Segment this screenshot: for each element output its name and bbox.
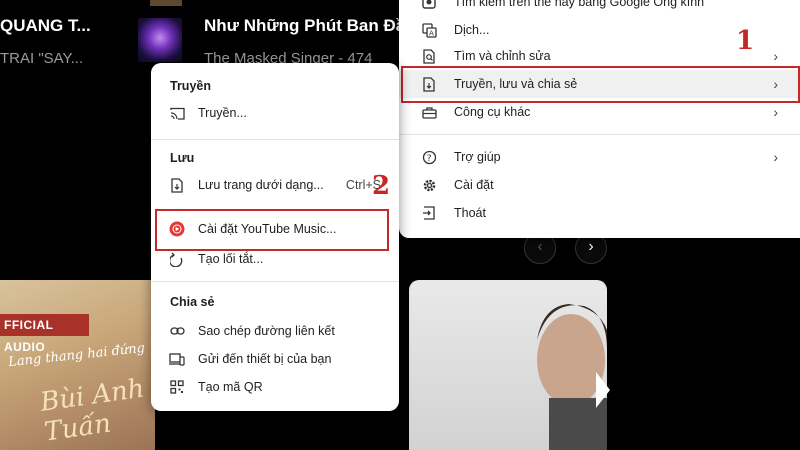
bg-thumb-top [150,0,182,6]
exit-icon [421,205,437,221]
gear-icon [421,177,437,193]
submenu-item-qr-code[interactable]: Tạo mã QR [151,373,399,401]
menu-item-label: Dịch... [454,23,490,37]
album-artist-script: Bùi Anh Tuấn [38,373,147,448]
qr-code-icon [169,379,185,395]
menu-item-exit[interactable]: Thoát [399,199,800,227]
submenu-item-label: Tạo lối tắt... [198,252,264,266]
devices-icon [169,351,185,367]
svg-text:A: A [429,29,434,37]
menu-item-lens-search[interactable]: Tìm kiếm trên thẻ này bằng Google Ống kí… [399,0,800,16]
submenu-item-label: Tạo mã QR [198,380,263,394]
menu-item-label: Trợ giúp [454,150,501,164]
chevron-right-icon: › [773,149,778,165]
submenu-item-label: Truyền... [198,106,247,120]
menu-item-label: Tìm kiếm trên thẻ này bằng Google Ống kí… [454,0,705,9]
submenu-item-send-to-device[interactable]: Gửi đến thiết bị của bạn [151,345,399,373]
highlight-box-2 [155,209,389,251]
lens-icon [421,0,437,10]
toolbox-icon [421,104,437,120]
menu-item-label: Cài đặt [454,178,494,192]
menu-item-label: Công cụ khác [454,105,531,119]
submenu-item-label: Sao chép đường liên kết [198,324,335,338]
song-subtitle-left: TRAI "SAY... [0,50,84,67]
translate-icon: A [421,22,437,38]
highlight-box-1 [401,66,800,103]
menu-divider [151,281,399,282]
song-title[interactable]: Như Những Phút Ban Đầu ( [204,16,426,36]
play-icon[interactable] [596,372,610,408]
album-label: FFICIAL AUDIO [0,314,89,354]
album-cover-left[interactable]: FFICIAL AUDIO Lang thang hai đứng Bùi An… [0,280,155,450]
submenu-item-copy-link[interactable]: Sao chép đường liên kết [151,317,399,345]
callout-number-2: 2 [372,171,391,201]
cast-icon [169,105,185,121]
svg-text:?: ? [426,154,431,164]
submenu-item-label: Gửi đến thiết bị của bạn [198,352,332,366]
section-heading-save: Lưu [170,151,195,165]
menu-item-help[interactable]: ? Trợ giúp › [399,143,800,171]
menu-divider [151,139,399,140]
submenu-item-save-page[interactable]: Lưu trang dưới dạng... Ctrl+S [151,171,399,199]
menu-divider [399,134,800,135]
song-title-left[interactable]: QUANG T... [0,16,91,36]
chevron-right-icon: › [773,48,778,64]
section-heading-share: Chia sẻ [170,295,215,309]
find-edit-icon [421,48,437,64]
menu-item-settings[interactable]: Cài đặt [399,171,800,199]
callout-number-1: 1 [736,26,755,56]
video-thumbnail-right[interactable] [409,280,607,450]
link-icon [169,323,185,339]
menu-item-label: Tìm và chỉnh sửa [454,49,551,63]
help-icon: ? [421,149,437,165]
person-image [537,304,607,450]
shortcut-icon [169,251,185,267]
submenu-item-cast[interactable]: Truyền... [151,99,399,127]
section-heading-cast: Truyền [170,79,211,93]
song-thumbnail[interactable] [138,18,182,62]
save-page-icon [169,177,185,193]
submenu-item-label: Lưu trang dưới dạng... [198,178,324,192]
menu-item-label: Thoát [454,206,486,220]
chevron-right-icon: › [773,104,778,120]
